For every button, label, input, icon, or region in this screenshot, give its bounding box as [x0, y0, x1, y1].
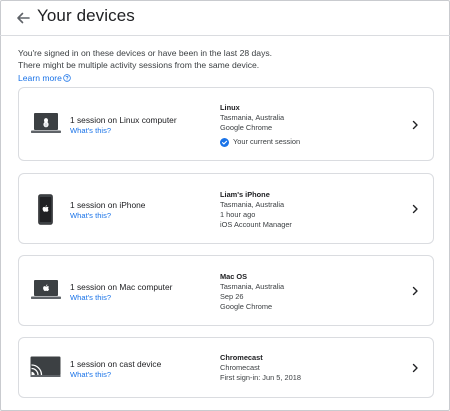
device-card-linux[interactable]: 1 session on Linux computer What's this?… [18, 87, 434, 161]
page-title: Your devices [37, 6, 135, 25]
device-location: Tasmania, Australia [220, 200, 285, 209]
current-session-row: Your current session [220, 137, 300, 147]
page-header: Your devices [0, 0, 450, 36]
chevron-right-icon [412, 204, 418, 214]
device-details: Liam's iPhone Tasmania, Australia 1 hour… [220, 190, 292, 230]
device-type: Chromecast [220, 363, 260, 372]
learn-more-label: Learn more [18, 72, 62, 83]
linux-laptop-icon [31, 113, 61, 133]
check-circle-icon [220, 137, 229, 147]
device-name: Chromecast [220, 353, 263, 362]
device-name: Linux [220, 103, 240, 112]
device-app: iOS Account Manager [220, 220, 292, 229]
intro-text: You're signed in on these devices or hav… [18, 48, 273, 71]
cast-icon [30, 356, 61, 377]
whats-this-link[interactable]: What's this? [70, 370, 111, 379]
device-card-cast[interactable]: 1 session on cast device What's this? Ch… [18, 337, 434, 398]
whats-this-link[interactable]: What's this? [70, 293, 111, 302]
device-details: Chromecast Chromecast First sign-in: Jun… [220, 353, 301, 383]
whats-this-link[interactable]: What's this? [70, 211, 111, 220]
current-session-label: Your current session [233, 137, 301, 146]
session-title: 1 session on iPhone [70, 200, 146, 210]
back-arrow-icon[interactable] [14, 10, 32, 26]
session-title: 1 session on Linux computer [70, 115, 177, 125]
device-details: Mac OS Tasmania, Australia Sep 26 Google… [220, 272, 284, 312]
chevron-right-icon [412, 286, 418, 296]
device-card-iphone[interactable]: 1 session on iPhone What's this? Liam's … [18, 173, 434, 244]
intro-paragraph: You're signed in on these devices or hav… [18, 47, 290, 84]
first-sign-in: First sign-in: Jun 5, 2018 [220, 373, 301, 382]
device-browser: Google Chrome [220, 302, 273, 311]
device-name: Mac OS [220, 272, 248, 281]
device-location: Tasmania, Australia [220, 282, 285, 291]
learn-more-link[interactable]: Learn more [18, 73, 71, 83]
last-active: Sep 26 [220, 292, 244, 301]
chevron-right-icon [412, 120, 418, 130]
last-active: 1 hour ago [220, 210, 256, 219]
whats-this-link[interactable]: What's this? [70, 126, 111, 135]
device-details: Linux Tasmania, Australia Google Chrome … [220, 103, 300, 147]
device-card-mac[interactable]: 1 session on Mac computer What's this? M… [18, 255, 434, 326]
mac-laptop-icon [31, 280, 61, 299]
device-location: Tasmania, Australia [220, 113, 285, 122]
session-title: 1 session on Mac computer [70, 282, 173, 292]
session-title: 1 session on cast device [70, 359, 162, 369]
help-circle-icon [63, 73, 71, 82]
device-name: Liam's iPhone [220, 190, 270, 199]
iphone-icon [38, 194, 53, 225]
device-browser: Google Chrome [220, 123, 273, 132]
chevron-right-icon [412, 363, 418, 373]
